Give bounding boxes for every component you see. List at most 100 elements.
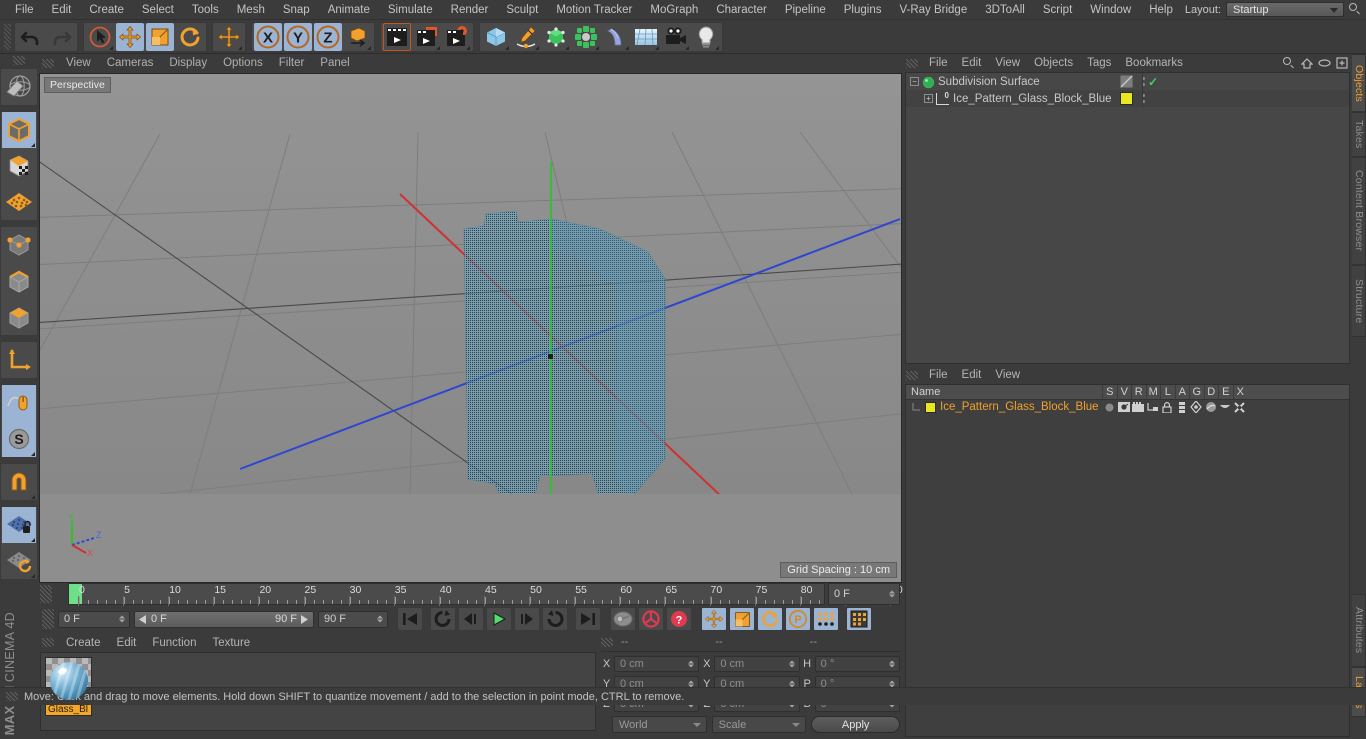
- material-menu-create[interactable]: Create: [58, 637, 109, 649]
- menu-item-animate[interactable]: Animate: [319, 0, 379, 20]
- stepper-icon[interactable]: [888, 660, 895, 668]
- material-manager-grip[interactable]: [42, 638, 54, 647]
- pos-x-field[interactable]: 0 cm: [614, 656, 700, 672]
- point-level-animation-button[interactable]: [813, 607, 839, 631]
- go-to-start-button[interactable]: [397, 607, 423, 631]
- material-item[interactable]: Glass_Bl: [45, 657, 92, 716]
- menu-item-render[interactable]: Render: [442, 0, 498, 20]
- column-e[interactable]: E: [1218, 385, 1233, 399]
- keyframe-selection-button[interactable]: ?: [666, 607, 692, 631]
- position-key-button[interactable]: [701, 607, 727, 631]
- autokeying-button[interactable]: [638, 607, 664, 631]
- stepper-icon[interactable]: [889, 590, 895, 598]
- camera-object-button[interactable]: [662, 22, 690, 51]
- layer-menu-view[interactable]: View: [988, 369, 1027, 381]
- stepper-icon[interactable]: [119, 615, 125, 623]
- cube-primitive-button[interactable]: [482, 22, 510, 51]
- toolbar-grip[interactable]: [4, 23, 11, 50]
- home-icon[interactable]: [1301, 57, 1313, 69]
- menu-item-help[interactable]: Help: [1140, 0, 1182, 20]
- rotate-tool-button[interactable]: [176, 22, 204, 51]
- play-forward-button[interactable]: [486, 607, 512, 631]
- viewport-menu-filter[interactable]: Filter: [271, 54, 313, 73]
- expression-toggle[interactable]: [1218, 403, 1233, 411]
- column-l[interactable]: L: [1160, 385, 1175, 399]
- axis-z-button[interactable]: Z: [314, 22, 342, 51]
- coordinate-system-select[interactable]: World: [612, 716, 707, 733]
- play-reverse-button[interactable]: [430, 607, 456, 631]
- layer-tag[interactable]: [1114, 92, 1138, 105]
- deformer-toggle[interactable]: [1204, 401, 1219, 413]
- view-toggle[interactable]: [1117, 402, 1132, 412]
- object-menu-edit[interactable]: Edit: [955, 57, 989, 69]
- add-icon[interactable]: [1336, 57, 1348, 69]
- column-r[interactable]: R: [1131, 385, 1146, 399]
- current-frame-field[interactable]: 0 F: [58, 610, 130, 628]
- timeline-view-button[interactable]: [846, 607, 872, 631]
- object-manager-body[interactable]: − Subdivision Surface ✓ + 0 Ice_Pattern_…: [905, 72, 1350, 364]
- size-x-field[interactable]: 0 cm: [714, 656, 800, 672]
- layer-manager-grip[interactable]: [906, 370, 918, 380]
- deformer-grid-mode-button[interactable]: [2, 184, 36, 220]
- object-manager-grip[interactable]: [906, 58, 918, 68]
- timeline-ruler[interactable]: 051015202530354045505560657075808590: [68, 583, 903, 606]
- render-to-picture-viewer-button[interactable]: [413, 22, 441, 51]
- column-s[interactable]: S: [1102, 385, 1117, 399]
- mograph-cloner-button[interactable]: [572, 22, 600, 51]
- pen-spline-button[interactable]: [512, 22, 540, 51]
- parameter-key-button[interactable]: P: [785, 607, 811, 631]
- render-toggle[interactable]: [1131, 402, 1146, 412]
- menu-item-script[interactable]: Script: [1034, 0, 1081, 20]
- render-settings-button[interactable]: [443, 22, 471, 51]
- layer-manager-body[interactable]: Name S V R M L A G D E X Ice_Pattern_Gla…: [905, 384, 1350, 737]
- menu-item-character[interactable]: Character: [707, 0, 776, 20]
- lock-toggle[interactable]: [1160, 401, 1175, 413]
- menu-item-snap[interactable]: Snap: [274, 0, 319, 20]
- menu-item-window[interactable]: Window: [1081, 0, 1140, 20]
- transform-mode-select[interactable]: Scale: [711, 716, 807, 733]
- menu-item-3dtoall[interactable]: 3DToAll: [976, 0, 1034, 20]
- workplane-rotate-button[interactable]: [2, 543, 36, 579]
- enable-snapping-button[interactable]: [2, 385, 36, 421]
- menu-item-select[interactable]: Select: [133, 0, 183, 20]
- search-icon[interactable]: [1283, 56, 1296, 70]
- world-coordinate-button[interactable]: [344, 22, 372, 51]
- snap-settings-button[interactable]: S: [2, 421, 36, 457]
- go-to-end-button[interactable]: [575, 607, 601, 631]
- animation-toggle[interactable]: [1175, 401, 1190, 413]
- viewport-3d[interactable]: Perspective Grid Spacing : 10 cm Y Z X: [39, 73, 902, 583]
- magnet-tool-button[interactable]: [2, 464, 36, 500]
- object-row-ice-pattern-glass-block[interactable]: + 0 Ice_Pattern_Glass_Block_Blue: [906, 90, 1349, 107]
- menu-item-motion-tracker[interactable]: Motion Tracker: [547, 0, 641, 20]
- viewport-menu-view[interactable]: View: [58, 54, 99, 73]
- object-row-subdivision-surface[interactable]: − Subdivision Surface ✓: [906, 73, 1349, 90]
- redo-button[interactable]: [47, 22, 75, 51]
- solo-toggle[interactable]: [1102, 403, 1117, 412]
- layer-row[interactable]: Ice_Pattern_Glass_Block_Blue: [906, 400, 1349, 414]
- layout-select[interactable]: Startup: [1226, 2, 1344, 17]
- axis-x-button[interactable]: X: [254, 22, 282, 51]
- step-forward-button[interactable]: [514, 607, 540, 631]
- record-active-objects-button[interactable]: [610, 607, 636, 631]
- menu-item-simulate[interactable]: Simulate: [379, 0, 442, 20]
- undo-button[interactable]: [17, 22, 45, 51]
- tab-takes[interactable]: Takes: [1352, 112, 1366, 157]
- point-mode-button[interactable]: [2, 227, 36, 263]
- edge-mode-button[interactable]: [2, 263, 36, 299]
- move-axis-tool-button[interactable]: [215, 22, 243, 51]
- menu-item-tools[interactable]: Tools: [183, 0, 228, 20]
- tree-expand-icon[interactable]: −: [910, 77, 919, 86]
- menu-item-plugins[interactable]: Plugins: [835, 0, 891, 20]
- coordinates-grip[interactable]: [601, 637, 613, 647]
- material-menu-texture[interactable]: Texture: [204, 637, 258, 649]
- visibility-dots[interactable]: [1138, 94, 1148, 103]
- move-tool-button[interactable]: [116, 22, 144, 51]
- menu-item-mesh[interactable]: Mesh: [228, 0, 274, 20]
- status-bar-grip[interactable]: [6, 692, 18, 701]
- max-frame-field[interactable]: 90 F: [318, 610, 388, 628]
- step-back-button[interactable]: [458, 607, 484, 631]
- scale-tool-button[interactable]: [146, 22, 174, 51]
- object-menu-objects[interactable]: Objects: [1027, 57, 1080, 69]
- end-frame-field[interactable]: 0 F: [828, 583, 900, 605]
- tab-content-browser[interactable]: Content Browser: [1352, 157, 1366, 265]
